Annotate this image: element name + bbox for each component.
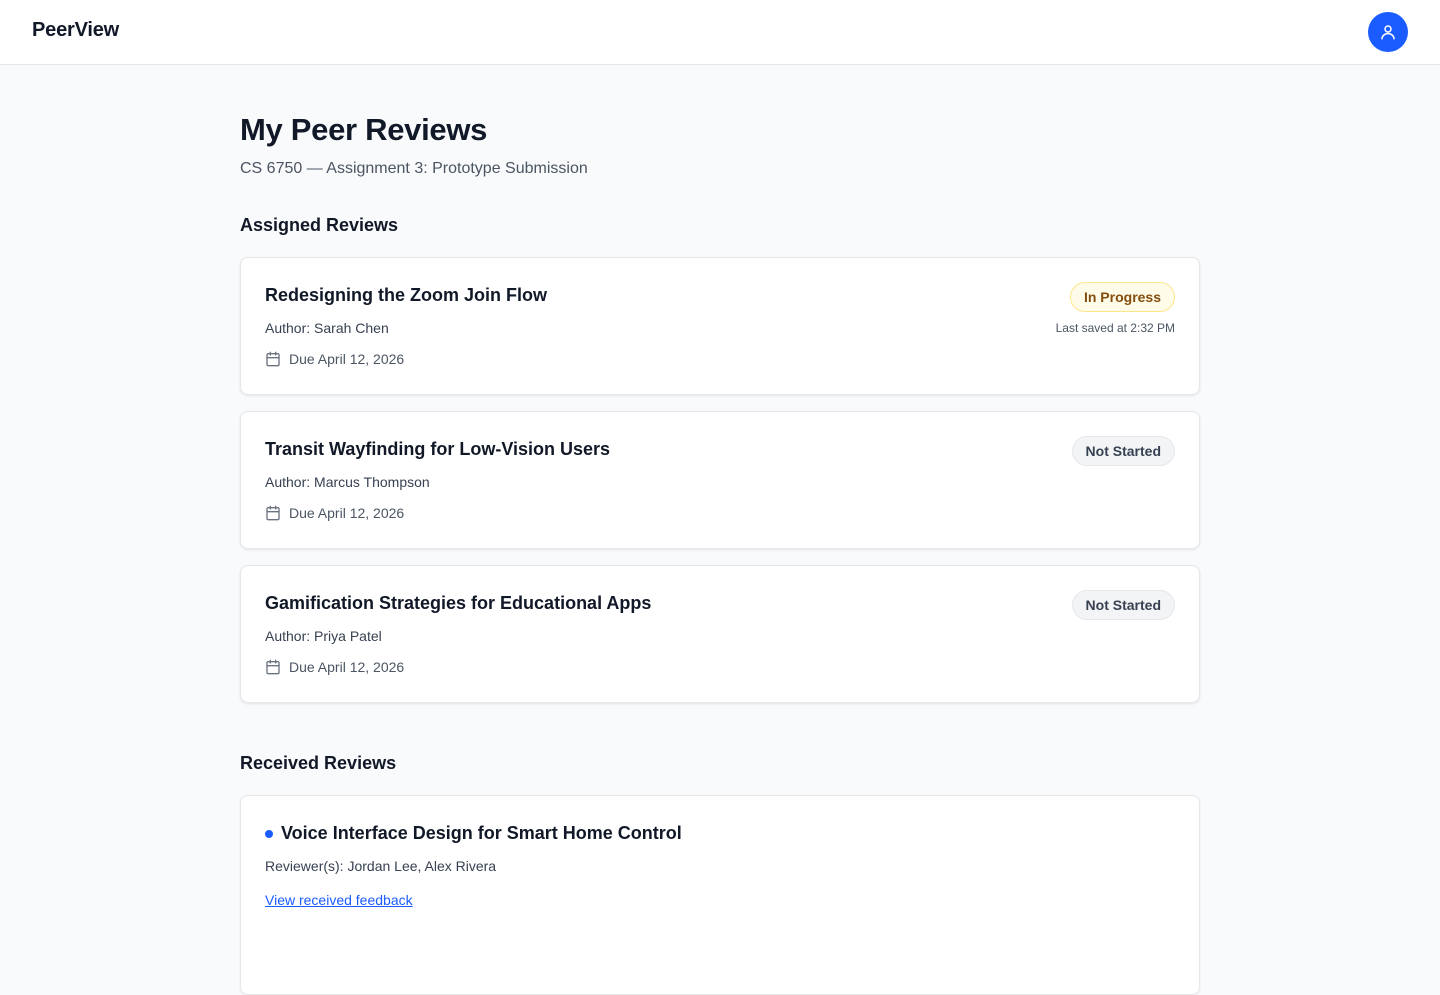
received-review-title-text: Voice Interface Design for Smart Home Co… xyxy=(281,823,682,843)
review-due-date: Due April 12, 2026 xyxy=(265,351,404,367)
received-review-title: Voice Interface Design for Smart Home Co… xyxy=(265,823,682,844)
review-author: Author: Sarah Chen xyxy=(265,320,389,336)
view-feedback-link[interactable]: View received feedback xyxy=(265,892,413,908)
assigned-reviews-heading: Assigned Reviews xyxy=(240,215,399,235)
due-date-text: Due April 12, 2026 xyxy=(289,351,405,367)
status-badge: Not Started xyxy=(1071,436,1175,466)
calendar-icon xyxy=(266,505,280,521)
review-due-date: Due April 12, 2026 xyxy=(265,505,404,521)
review-card[interactable]: Transit Wayfinding for Low-Vision Users … xyxy=(240,411,1200,549)
user-avatar-button[interactable] xyxy=(1368,12,1408,52)
top-bar: PeerView xyxy=(0,0,1440,65)
review-card[interactable]: Gamification Strategies for Educational … xyxy=(240,565,1200,703)
brand-logo[interactable]: PeerView xyxy=(32,19,119,42)
received-reviews-heading: Received Reviews xyxy=(240,753,397,773)
review-author: Author: Marcus Thompson xyxy=(265,474,430,490)
review-title: Transit Wayfinding for Low-Vision Users xyxy=(265,439,611,459)
received-review-card: Voice Interface Design for Smart Home Co… xyxy=(240,795,1200,995)
user-icon xyxy=(1381,25,1395,40)
page-title: My Peer Reviews xyxy=(240,112,488,147)
review-author: Author: Priya Patel xyxy=(265,628,382,644)
due-date-text: Due April 12, 2026 xyxy=(289,505,405,521)
review-title: Redesigning the Zoom Join Flow xyxy=(265,285,547,305)
review-card[interactable]: Redesigning the Zoom Join Flow Author: S… xyxy=(240,257,1200,395)
status-badge: Not Started xyxy=(1071,590,1175,620)
review-title: Gamification Strategies for Educational … xyxy=(265,593,652,613)
last-saved-text: Last saved at 2:32 PM xyxy=(1055,321,1175,335)
page-subtitle: CS 6750 — Assignment 3: Prototype Submis… xyxy=(240,160,588,177)
review-due-date: Due April 12, 2026 xyxy=(265,659,404,675)
calendar-icon xyxy=(266,659,280,675)
unread-dot-icon xyxy=(265,829,273,838)
reviewers-text: Reviewer(s): Jordan Lee, Alex Rivera xyxy=(265,858,497,874)
status-badge: In Progress xyxy=(1069,282,1175,312)
due-date-text: Due April 12, 2026 xyxy=(289,659,405,675)
calendar-icon xyxy=(266,351,280,367)
